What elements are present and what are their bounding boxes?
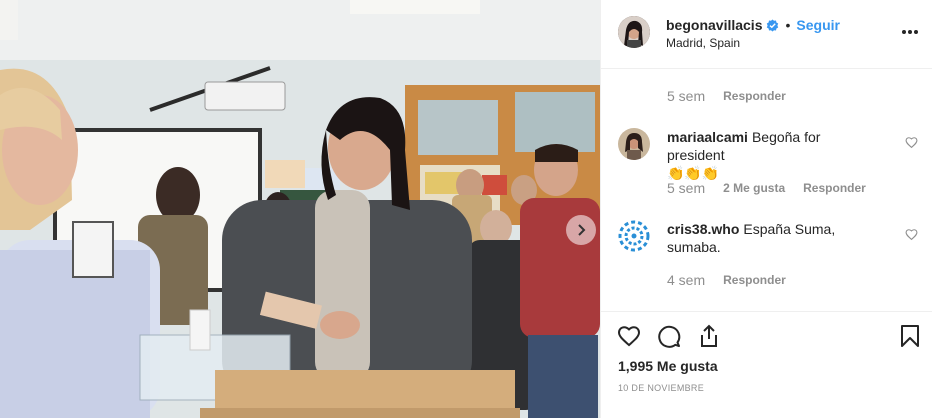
comment-likes[interactable]: 2 Me gusta [723,181,785,195]
commenter-username[interactable]: cris38.who [667,221,739,237]
comment-text: cris38.who España Suma, sumaba. [667,220,877,256]
follow-button[interactable]: Seguir [796,17,840,33]
commenter-avatar[interactable] [618,220,650,252]
author-avatar[interactable] [618,16,650,48]
comment-icon[interactable] [657,324,681,348]
post-header: begonavillacis • Seguir Madrid, Spain [601,0,932,69]
voting-scene-image [0,0,600,418]
carousel-next-button[interactable] [566,215,596,245]
chevron-right-icon [578,224,586,236]
like-comment-heart-icon[interactable] [905,136,918,149]
comment-meta: 5 sem Responder [667,88,804,104]
comment-meta: 5 sem 2 Me gusta Responder [667,180,884,196]
post-actions: 1,995 Me gusta 10 DE NOVIEMBRE [601,311,932,418]
more-options-icon[interactable] [902,30,918,34]
comment-text: mariaalcami Begoña for president 👏👏👏 [667,128,877,182]
like-comment-heart-icon[interactable] [905,228,918,241]
post-photo[interactable] [0,0,600,418]
author-username[interactable]: begonavillacis [666,17,762,33]
comments-list[interactable]: 5 sem Responder mariaalcami Begoña for pr… [601,69,932,311]
post-location[interactable]: Madrid, Spain [666,36,740,50]
heart-icon[interactable] [617,324,641,348]
bookmark-icon[interactable] [898,324,922,348]
verified-badge-icon [767,19,779,31]
reply-button[interactable]: Responder [723,273,786,287]
separator-dot: • [785,17,791,33]
comment-meta: 4 sem Responder [667,272,804,288]
author-line: begonavillacis • Seguir [666,17,840,33]
comment-time[interactable]: 4 sem [667,272,705,288]
share-icon[interactable] [697,324,721,348]
reply-button[interactable]: Responder [803,181,866,195]
reply-button[interactable]: Responder [723,89,786,103]
commenter-username[interactable]: mariaalcami [667,129,748,145]
likes-count[interactable]: 1,995 Me gusta [618,358,718,374]
comment-emoji: 👏👏👏 [667,165,720,181]
comment-time[interactable]: 5 sem [667,180,705,196]
post-sidebar: begonavillacis • Seguir Madrid, Spain 5 … [600,0,932,418]
commenter-avatar[interactable] [618,128,650,160]
comment-time[interactable]: 5 sem [667,88,705,104]
post-date[interactable]: 10 DE NOVIEMBRE [618,383,704,393]
